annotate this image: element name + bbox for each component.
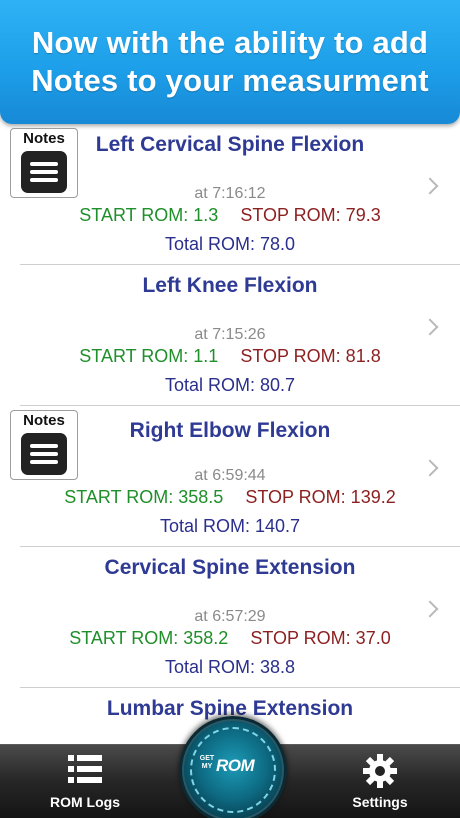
log-row[interactable]: Cervical Spine Extension at 6:57:29 STAR… [0, 547, 460, 688]
banner-line-2: Notes to your measurment [31, 63, 429, 98]
notes-label: Notes [23, 412, 65, 429]
banner-line-1: Now with the ability to add [31, 25, 429, 60]
log-title: Right Elbow Flexion [129, 419, 331, 442]
rom-values: START ROM: 358.2 STOP ROM: 37.0 [0, 627, 460, 649]
log-title: Left Knee Flexion [142, 274, 318, 297]
notes-label: Notes [23, 130, 65, 147]
brand-big-text: ROM [216, 756, 255, 775]
start-rom: START ROM: 358.2 [69, 628, 229, 648]
rom-values: START ROM: 358.5 STOP ROM: 139.2 [0, 486, 460, 508]
log-row[interactable]: Notes Left Cervical Spine Flexion at 7:1… [0, 124, 460, 265]
start-rom: START ROM: 358.5 [64, 487, 224, 507]
log-time: at 6:57:29 [194, 608, 266, 625]
promo-banner[interactable]: Now with the ability to add Notes to you… [0, 0, 460, 124]
log-title: Left Cervical Spine Flexion [95, 133, 365, 156]
rom-values: START ROM: 1.1 STOP ROM: 81.8 [0, 345, 460, 367]
rom-log-list[interactable]: Notes Left Cervical Spine Flexion at 7:1… [0, 124, 460, 744]
log-time: at 7:16:12 [194, 185, 266, 202]
total-rom: Total ROM: 38.8 [164, 657, 296, 677]
tab-rom-logs-label: ROM Logs [50, 794, 120, 810]
total-rom: Total ROM: 80.7 [164, 375, 296, 395]
start-rom: START ROM: 1.3 [79, 205, 219, 225]
rom-values: START ROM: 1.3 STOP ROM: 79.3 [0, 204, 460, 226]
app-screen: Now with the ability to add Notes to you… [0, 0, 460, 818]
stop-rom: STOP ROM: 81.8 [240, 346, 381, 366]
stop-rom: STOP ROM: 139.2 [245, 487, 396, 507]
total-rom: Total ROM: 140.7 [159, 516, 301, 536]
tab-rom-logs[interactable]: ROM Logs [20, 745, 150, 818]
stop-rom: STOP ROM: 79.3 [240, 205, 381, 225]
total-rom: Total ROM: 78.0 [164, 234, 296, 254]
get-my-rom-button[interactable]: GET MY ROM [179, 716, 287, 818]
list-icon [68, 755, 102, 783]
brand-small-text: GET MY [199, 755, 215, 770]
log-row[interactable]: Notes Right Elbow Flexion at 6:59:44 STA… [0, 406, 460, 547]
tab-settings[interactable]: Settings [315, 745, 445, 818]
log-time: at 6:59:44 [194, 467, 266, 484]
stop-rom: STOP ROM: 37.0 [250, 628, 391, 648]
tab-settings-label: Settings [352, 794, 408, 810]
log-row[interactable]: Left Knee Flexion at 7:15:26 START ROM: … [0, 265, 460, 406]
log-title: Cervical Spine Extension [104, 556, 356, 579]
gear-icon [363, 754, 397, 788]
log-time: at 7:15:26 [194, 326, 266, 343]
start-rom: START ROM: 1.1 [79, 346, 219, 366]
